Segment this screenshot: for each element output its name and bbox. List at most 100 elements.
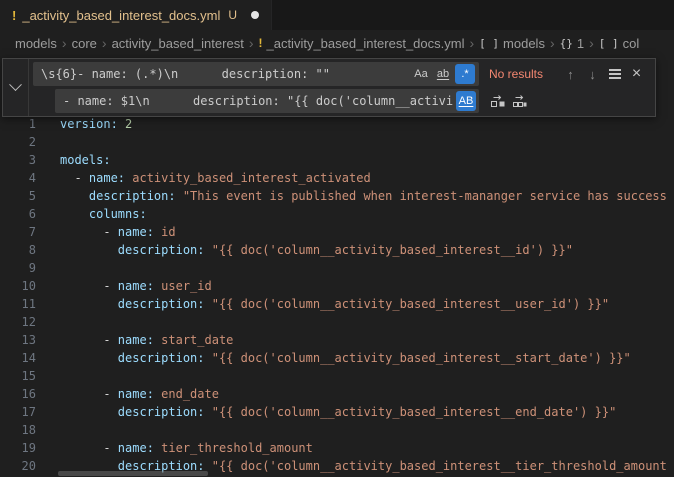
- next-match-button[interactable]: ↓: [582, 64, 603, 85]
- code-line[interactable]: 1version: 2: [0, 115, 674, 133]
- whole-word-button[interactable]: ab: [433, 64, 453, 84]
- code-text: [36, 133, 60, 151]
- code-line[interactable]: 3models:: [0, 151, 674, 169]
- code-text: - name: end_date: [36, 385, 219, 403]
- code-line[interactable]: 5 description: "This event is published …: [0, 187, 674, 205]
- code-text: description: "{{ doc('column__activity_b…: [36, 241, 573, 259]
- object-icon: {}: [560, 37, 573, 50]
- preserve-case-button[interactable]: AB: [456, 91, 476, 111]
- breadcrumb-separator-icon: ›: [102, 35, 107, 51]
- breadcrumb-item[interactable]: {} 1: [560, 36, 584, 51]
- code-text: [36, 421, 60, 439]
- code-line[interactable]: 8 description: "{{ doc('column__activity…: [0, 241, 674, 259]
- code-line[interactable]: 19 - name: tier_threshold_amount: [0, 439, 674, 457]
- breadcrumb-separator-icon: ›: [249, 35, 254, 51]
- editor[interactable]: 1version: 223models:4 - name: activity_b…: [0, 56, 674, 475]
- code-text: columns:: [36, 205, 147, 223]
- code-text: - name: id: [36, 223, 176, 241]
- warning-icon: !: [258, 36, 262, 50]
- toggle-replace-button[interactable]: [3, 59, 29, 116]
- chevron-down-icon: [9, 78, 22, 91]
- line-number: 17: [0, 403, 36, 421]
- code-text: - name: user_id: [36, 277, 212, 295]
- horizontal-scrollbar-thumb[interactable]: [58, 471, 208, 476]
- line-number: 19: [0, 439, 36, 457]
- line-number: 11: [0, 295, 36, 313]
- find-in-selection-button[interactable]: [604, 64, 625, 85]
- line-number: 7: [0, 223, 36, 241]
- breadcrumb-label: activity_based_interest: [112, 36, 244, 51]
- breadcrumb-separator-icon: ›: [469, 35, 474, 51]
- code-text: description: "{{ doc('column__activity_b…: [36, 349, 631, 367]
- code-line[interactable]: 9: [0, 259, 674, 277]
- line-number: 1: [0, 115, 36, 133]
- breadcrumb-label: col: [623, 36, 640, 51]
- line-number: 9: [0, 259, 36, 277]
- breadcrumb-item[interactable]: activity_based_interest: [112, 36, 244, 51]
- breadcrumb-label: _activity_based_interest_docs.yml: [266, 36, 464, 51]
- line-number: 5: [0, 187, 36, 205]
- find-results-label: No results: [489, 67, 559, 81]
- line-number: 2: [0, 133, 36, 151]
- line-number: 12: [0, 313, 36, 331]
- code-line[interactable]: 16 - name: end_date: [0, 385, 674, 403]
- regex-button[interactable]: .*: [455, 64, 475, 84]
- selection-lines-icon: [609, 73, 621, 75]
- breadcrumb: models › core › activity_based_interest ›! _ac…: [0, 30, 674, 56]
- breadcrumb-separator-icon: ›: [550, 35, 555, 51]
- line-number: 15: [0, 367, 36, 385]
- line-number: 18: [0, 421, 36, 439]
- code-line[interactable]: 13 - name: start_date: [0, 331, 674, 349]
- breadcrumb-separator-icon: ›: [589, 35, 594, 51]
- breadcrumb-item[interactable]: core: [72, 36, 97, 51]
- code-line[interactable]: 12: [0, 313, 674, 331]
- array-icon: [ ]: [599, 37, 619, 50]
- code-text: [36, 259, 60, 277]
- code-line[interactable]: 17 description: "{{ doc('column__activit…: [0, 403, 674, 421]
- code-line[interactable]: 15: [0, 367, 674, 385]
- code-text: - name: tier_threshold_amount: [36, 439, 313, 457]
- breadcrumb-separator-icon: ›: [62, 35, 67, 51]
- line-number: 6: [0, 205, 36, 223]
- line-number: 16: [0, 385, 36, 403]
- code-text: - name: activity_based_interest_activate…: [36, 169, 371, 187]
- replace-all-button[interactable]: [509, 91, 530, 112]
- code-text: - name: start_date: [36, 331, 233, 349]
- replace-button[interactable]: [487, 91, 508, 112]
- breadcrumb-label: models: [15, 36, 57, 51]
- tab-bar: ! _activity_based_interest_docs.yml U: [0, 0, 674, 30]
- code-line[interactable]: 10 - name: user_id: [0, 277, 674, 295]
- close-find-widget-button[interactable]: ×: [626, 64, 647, 85]
- code-text: description: "{{ doc('column__activity_b…: [36, 295, 609, 313]
- breadcrumb-label: core: [72, 36, 97, 51]
- code-line[interactable]: 14 description: "{{ doc('column__activit…: [0, 349, 674, 367]
- breadcrumb-item[interactable]: [ ] col: [599, 36, 640, 51]
- line-number: 13: [0, 331, 36, 349]
- code-text: description: "This event is published wh…: [36, 187, 667, 205]
- code-line[interactable]: 18: [0, 421, 674, 439]
- previous-match-button[interactable]: ↑: [560, 64, 581, 85]
- tab-activity-based-interest-docs[interactable]: ! _activity_based_interest_docs.yml U: [0, 0, 272, 30]
- code-text: version: 2: [36, 115, 132, 133]
- git-status-badge: U: [228, 8, 237, 22]
- code-line[interactable]: 2: [0, 133, 674, 151]
- line-number: 20: [0, 457, 36, 475]
- code-line[interactable]: 6 columns:: [0, 205, 674, 223]
- breadcrumb-label: 1: [577, 36, 584, 51]
- dirty-indicator-icon[interactable]: [251, 11, 259, 19]
- breadcrumb-item[interactable]: models: [15, 36, 57, 51]
- replace-input-wrap: AB: [55, 89, 479, 113]
- breadcrumb-item[interactable]: ! _activity_based_interest_docs.yml: [258, 36, 464, 51]
- code-text: models:: [36, 151, 111, 169]
- find-input-wrap: Aa ab .*: [33, 62, 479, 86]
- match-case-button[interactable]: Aa: [411, 64, 431, 84]
- code-text: description: "{{ doc('column__activity_b…: [36, 403, 616, 421]
- find-widget-body: Aa ab .* No results ↑ ↓ × AB: [29, 59, 655, 116]
- breadcrumb-item[interactable]: [ ]models: [479, 36, 545, 51]
- code-line[interactable]: 4 - name: activity_based_interest_activa…: [0, 169, 674, 187]
- replace-input[interactable]: [55, 89, 479, 113]
- code-line[interactable]: 11 description: "{{ doc('column__activit…: [0, 295, 674, 313]
- code-line[interactable]: 7 - name: id: [0, 223, 674, 241]
- line-number: 3: [0, 151, 36, 169]
- array-icon: [ ]: [479, 37, 499, 50]
